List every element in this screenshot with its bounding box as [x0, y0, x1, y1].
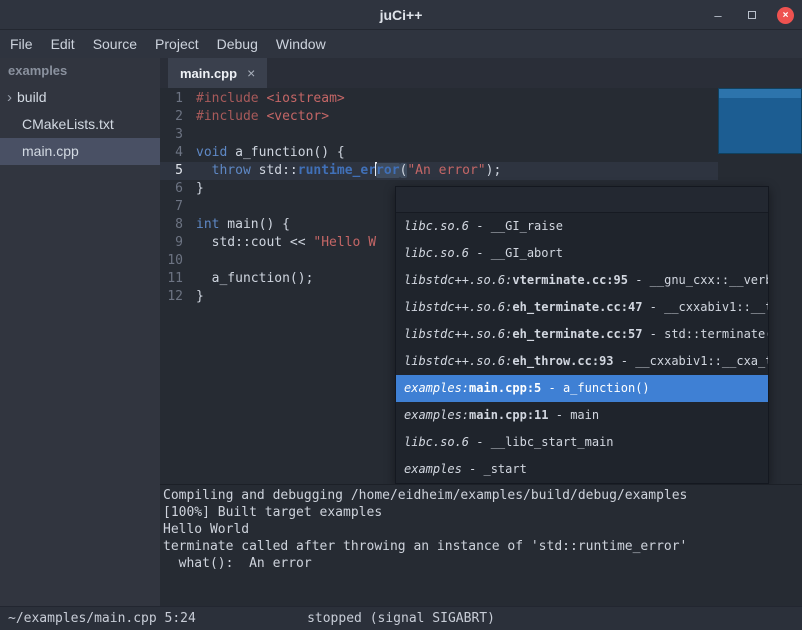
sidebar-item-label: main.cpp — [22, 138, 79, 165]
sidebar-item-label: CMakeLists.txt — [22, 111, 114, 138]
popup-search-box[interactable] — [396, 187, 768, 213]
line-number: 11 — [160, 270, 186, 288]
line-number: 7 — [160, 198, 186, 216]
sidebar-item-main-cpp[interactable]: main.cpp — [0, 138, 160, 165]
line-number-gutter: 123456789101112 — [160, 90, 186, 306]
sidebar-item-cmakelists-txt[interactable]: CMakeLists.txt — [0, 111, 160, 138]
code-line: throw std::runtime_error("An error"); — [196, 162, 802, 180]
backtrace-item[interactable]: libstdc++.so.6:eh_terminate.cc:47 - __cx… — [396, 294, 768, 321]
tab-bar: main.cpp × — [160, 58, 802, 88]
title-bar[interactable]: juCi++ – × — [0, 0, 802, 30]
backtrace-item[interactable]: examples:main.cpp:11 - main — [396, 402, 768, 429]
tab-label: main.cpp — [180, 66, 237, 81]
sidebar-item-build[interactable]: ›build — [0, 84, 160, 111]
backtrace-item[interactable]: libstdc++.so.6:eh_throw.cc:93 - __cxxabi… — [396, 348, 768, 375]
restore-icon — [748, 11, 756, 19]
backtrace-item[interactable]: libc.so.6 - __GI_abort — [396, 240, 768, 267]
tab-close-icon[interactable]: × — [247, 65, 255, 81]
code-line: #include <vector> — [196, 108, 802, 126]
menu-item-source[interactable]: Source — [93, 36, 137, 52]
backtrace-item[interactable]: libstdc++.so.6:vterminate.cc:95 - __gnu_… — [396, 267, 768, 294]
backtrace-list: libc.so.6 - __GI_raiselibc.so.6 - __GI_a… — [396, 213, 768, 483]
line-number: 12 — [160, 288, 186, 306]
line-number: 1 — [160, 90, 186, 108]
line-number: 9 — [160, 234, 186, 252]
sidebar-item-label: build — [17, 84, 47, 111]
terminal-line: what(): An error — [163, 555, 802, 572]
debug-tooltip-header — [719, 89, 801, 98]
window-title: juCi++ — [0, 0, 802, 30]
close-icon: × — [783, 10, 789, 21]
line-number: 4 — [160, 144, 186, 162]
backtrace-item[interactable]: libc.so.6 - __GI_raise — [396, 213, 768, 240]
backtrace-popup: libc.so.6 - __GI_raiselibc.so.6 - __GI_a… — [395, 186, 769, 484]
terminal-line: Compiling and debugging /home/eidheim/ex… — [163, 487, 802, 504]
terminal-line: Hello World — [163, 521, 802, 538]
debug-status: stopped (signal SIGABRT) — [0, 607, 802, 630]
line-number: 10 — [160, 252, 186, 270]
line-number: 5 — [160, 162, 186, 180]
output-terminal[interactable]: Compiling and debugging /home/eidheim/ex… — [160, 484, 802, 606]
code-line: #include <iostream> — [196, 90, 802, 108]
menu-item-project[interactable]: Project — [155, 36, 199, 52]
line-number: 3 — [160, 126, 186, 144]
menu-item-debug[interactable]: Debug — [217, 36, 258, 52]
menu-item-edit[interactable]: Edit — [51, 36, 75, 52]
menu-item-window[interactable]: Window — [276, 36, 326, 52]
backtrace-item[interactable]: examples:main.cpp:5 - a_function() — [396, 375, 768, 402]
code-line — [196, 126, 802, 144]
menu-bar: File Edit Source Project Debug Window — [0, 30, 802, 58]
backtrace-item[interactable]: libc.so.6 - __libc_start_main — [396, 429, 768, 456]
line-number: 2 — [160, 108, 186, 126]
file-tree-panel: examples ›buildCMakeLists.txtmain.cpp — [0, 58, 160, 606]
debug-tooltip — [718, 88, 802, 154]
status-bar: ~/examples/main.cpp 5:24 stopped (signal… — [0, 606, 802, 630]
file-tree: ›buildCMakeLists.txtmain.cpp — [0, 84, 160, 165]
backtrace-item[interactable]: examples - _start — [396, 456, 768, 483]
menu-item-file[interactable]: File — [10, 36, 33, 52]
window-controls: – × — [709, 0, 794, 30]
chevron-right-icon: › — [7, 84, 12, 111]
terminal-line: terminate called after throwing an insta… — [163, 538, 802, 555]
tab-main-cpp[interactable]: main.cpp × — [168, 58, 267, 88]
minimize-button[interactable]: – — [709, 6, 727, 24]
terminal-line: [100%] Built target examples — [163, 504, 802, 521]
close-button[interactable]: × — [777, 7, 794, 24]
backtrace-item[interactable]: libstdc++.so.6:eh_terminate.cc:57 - std:… — [396, 321, 768, 348]
line-number: 6 — [160, 180, 186, 198]
project-root-label: examples — [0, 58, 160, 84]
line-number: 8 — [160, 216, 186, 234]
restore-button[interactable] — [743, 6, 761, 24]
code-line: void a_function() { — [196, 144, 802, 162]
